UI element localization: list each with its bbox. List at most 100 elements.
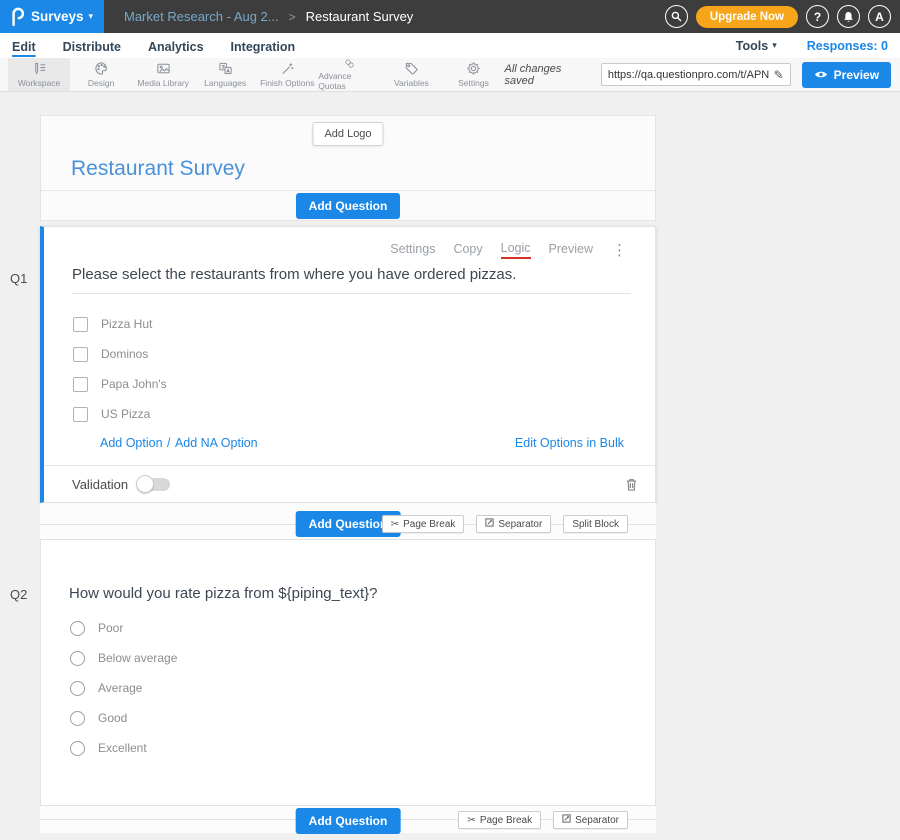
scissors-icon: ✂: [467, 815, 475, 826]
radio-icon[interactable]: [70, 741, 85, 756]
eye-icon: [814, 69, 828, 80]
preview-button[interactable]: Preview: [802, 62, 891, 88]
radio-icon[interactable]: [70, 621, 85, 636]
editor-toolbar: Workspace Design Media Library Languages…: [0, 58, 900, 92]
page-break-button[interactable]: ✂ Page Break: [382, 515, 465, 533]
add-question-button[interactable]: Add Question: [296, 808, 401, 834]
tag-icon: [404, 61, 419, 76]
separator-label: Separator: [498, 519, 542, 530]
checkbox-icon[interactable]: [73, 407, 88, 422]
toolbar-item-advance-quotas[interactable]: Advance Quotas: [318, 58, 380, 91]
tools-menu-label: Tools: [736, 39, 768, 53]
responses-count[interactable]: Responses: 0: [807, 39, 888, 53]
page-break-button[interactable]: ✂ Page Break: [458, 811, 541, 829]
questionpro-logo-icon: [9, 7, 24, 26]
option-label[interactable]: Below average: [98, 651, 177, 665]
surveys-menu[interactable]: Surveys ▾: [31, 9, 93, 24]
toolbar-item-finish-options[interactable]: Finish Options: [256, 58, 318, 91]
tools-menu[interactable]: Tools ▾: [736, 39, 777, 53]
add-na-option-link[interactable]: Add NA Option: [175, 436, 258, 450]
add-option-link[interactable]: Add Option: [100, 436, 163, 450]
toolbar-item-label: Finish Options: [260, 78, 314, 88]
option-label[interactable]: Dominos: [101, 347, 148, 361]
translate-icon: [218, 61, 233, 76]
radio-icon[interactable]: [70, 681, 85, 696]
toolbar-item-media-library[interactable]: Media Library: [132, 58, 194, 91]
separator-button[interactable]: Separator: [553, 811, 628, 829]
surveys-menu-label: Surveys: [31, 9, 84, 24]
option-label[interactable]: Good: [98, 711, 127, 725]
bell-icon: [843, 11, 854, 23]
toolbar-item-label: Languages: [204, 78, 246, 88]
tab-integration[interactable]: Integration: [231, 38, 296, 54]
delete-question-button[interactable]: [625, 477, 638, 492]
checkbox-icon[interactable]: [73, 317, 88, 332]
question-logic-link[interactable]: Logic: [501, 241, 531, 259]
split-block-button[interactable]: Split Block: [563, 515, 628, 533]
edit-url-icon[interactable]: ✎: [774, 68, 784, 82]
option-row: Pizza Hut: [73, 309, 167, 339]
checkbox-icon[interactable]: [73, 377, 88, 392]
option-row: Below average: [70, 643, 177, 673]
toggle-knob: [136, 475, 154, 493]
add-logo-button[interactable]: Add Logo: [312, 122, 383, 146]
question-settings-link[interactable]: Settings: [390, 242, 435, 258]
toolbar-item-variables[interactable]: Variables: [380, 58, 442, 91]
edit-options-in-bulk-link[interactable]: Edit Options in Bulk: [515, 436, 624, 450]
toolbar-item-label: Settings: [458, 78, 489, 88]
question-text-q1[interactable]: Please select the restaurants from where…: [72, 266, 631, 294]
tab-distribute[interactable]: Distribute: [63, 38, 121, 54]
toolbar-item-languages[interactable]: Languages: [194, 58, 256, 91]
survey-title[interactable]: Restaurant Survey: [71, 157, 245, 181]
question-preview-link[interactable]: Preview: [549, 242, 593, 258]
search-icon: [671, 11, 682, 22]
option-label[interactable]: Papa John's: [101, 377, 167, 391]
kebab-menu-icon[interactable]: ⋮: [612, 243, 627, 258]
header-actions: Upgrade Now ? A: [665, 5, 900, 28]
validation-toggle[interactable]: [138, 478, 170, 491]
question-copy-link[interactable]: Copy: [453, 242, 482, 258]
insert-buttons: ✂ Page Break Separator Split Block: [382, 515, 628, 533]
survey-header-card: Add Logo Restaurant Survey Add Question: [40, 115, 656, 221]
insert-row-after-q1: Add Question ✂ Page Break Separator Spli…: [40, 503, 656, 539]
insert-row-end: Add Question ✂ Page Break Separator: [40, 806, 656, 833]
checkbox-icon[interactable]: [73, 347, 88, 362]
page-break-label: Page Break: [403, 519, 455, 530]
toolbar-item-label: Workspace: [18, 78, 60, 88]
option-label[interactable]: Pizza Hut: [101, 317, 152, 331]
user-avatar[interactable]: A: [868, 5, 891, 28]
breadcrumb-folder[interactable]: Market Research - Aug 2...: [124, 9, 279, 24]
add-question-button[interactable]: Add Question: [296, 193, 401, 219]
radio-icon[interactable]: [70, 711, 85, 726]
separator-label: Separator: [575, 815, 619, 826]
scissors-icon: ✂: [391, 519, 399, 530]
separator-icon: [562, 814, 571, 826]
image-icon: [156, 61, 171, 76]
preview-button-label: Preview: [834, 68, 879, 82]
radio-icon[interactable]: [70, 651, 85, 666]
option-label[interactable]: Average: [98, 681, 142, 695]
survey-url-box: ✎: [601, 63, 791, 86]
toolbar-item-workspace[interactable]: Workspace: [8, 58, 70, 91]
help-button[interactable]: ?: [806, 5, 829, 28]
question-menu-q1: Settings Copy Logic Preview ⋮: [390, 241, 627, 259]
upgrade-now-button[interactable]: Upgrade Now: [696, 6, 798, 28]
breadcrumb-current[interactable]: Restaurant Survey: [306, 9, 414, 24]
toolbar-item-settings[interactable]: Settings: [442, 58, 504, 91]
option-label[interactable]: US Pizza: [101, 407, 150, 421]
toolbar-item-design[interactable]: Design: [70, 58, 132, 91]
trash-icon: [625, 477, 638, 492]
option-label[interactable]: Excellent: [98, 741, 147, 755]
separator-button[interactable]: Separator: [476, 515, 551, 533]
option-label[interactable]: Poor: [98, 621, 123, 635]
question-card-q1: Settings Copy Logic Preview ⋮ Please sel…: [40, 226, 656, 503]
product-switcher[interactable]: Surveys ▾: [0, 0, 104, 33]
question-text-q2[interactable]: How would you rate pizza from ${piping_t…: [69, 585, 378, 602]
top-header: Surveys ▾ Market Research - Aug 2... > R…: [0, 0, 900, 33]
notifications-button[interactable]: [837, 5, 860, 28]
survey-url-input[interactable]: [608, 69, 770, 81]
workspace-icon: [32, 61, 47, 76]
tab-edit[interactable]: Edit: [12, 38, 36, 54]
tab-analytics[interactable]: Analytics: [148, 38, 204, 54]
search-button[interactable]: [665, 5, 688, 28]
